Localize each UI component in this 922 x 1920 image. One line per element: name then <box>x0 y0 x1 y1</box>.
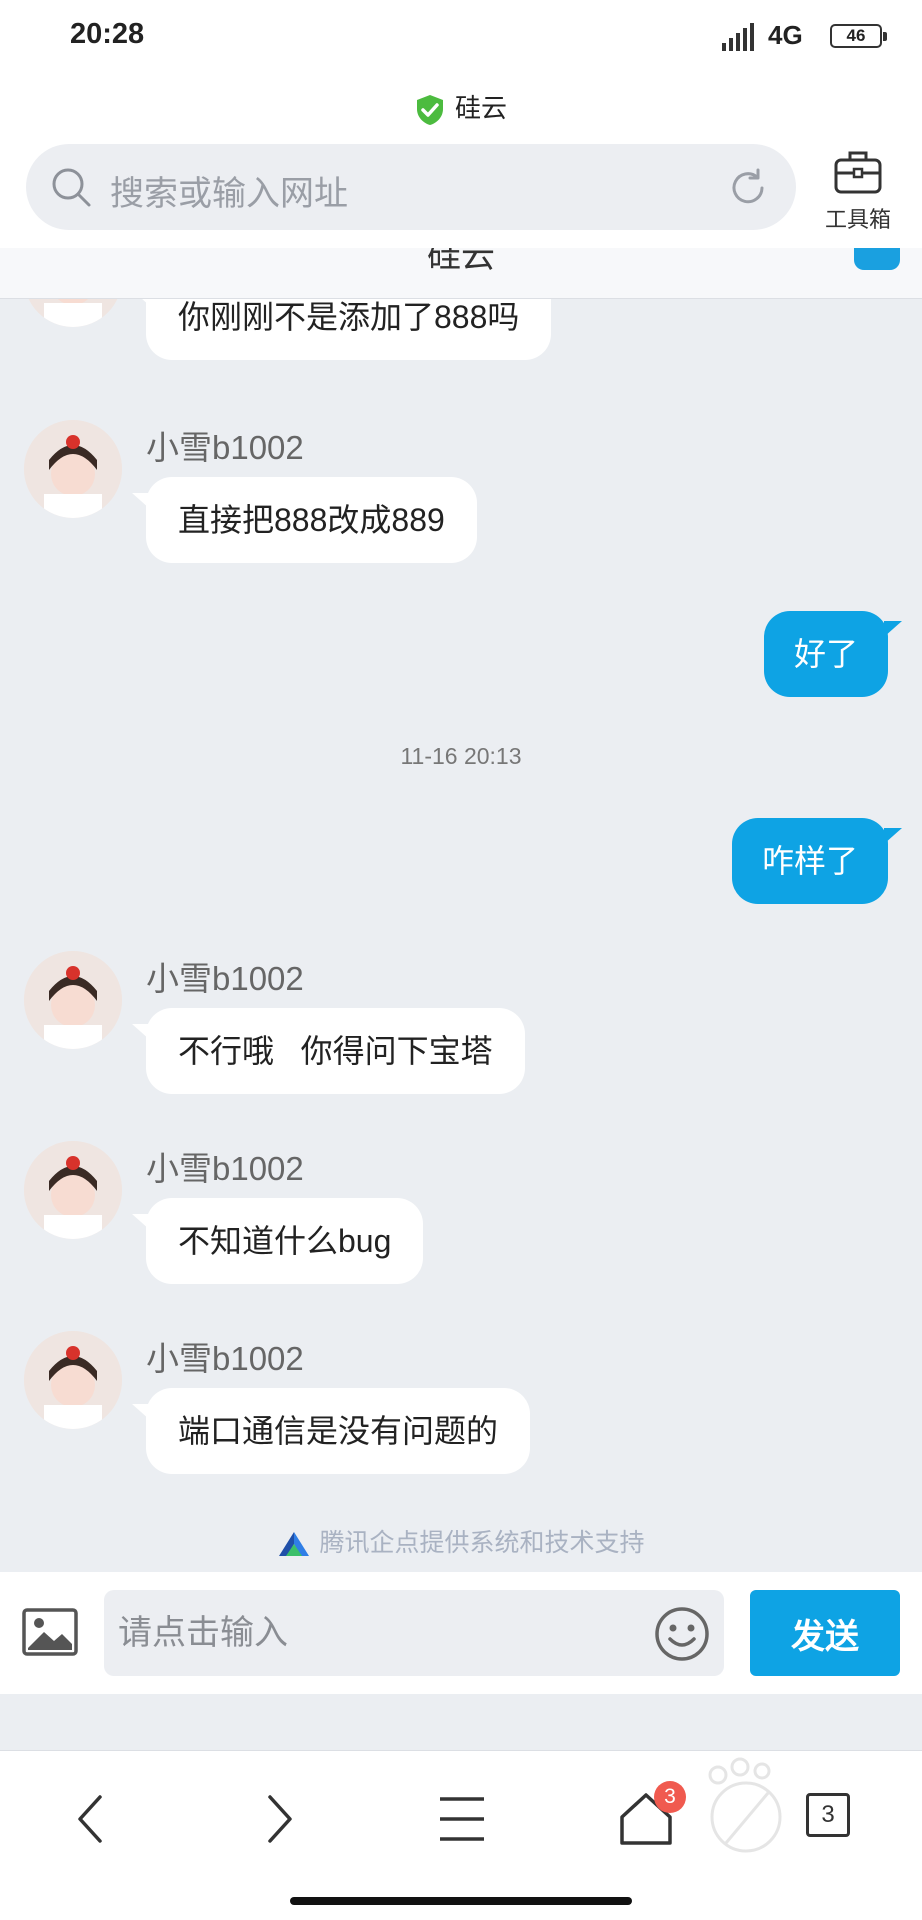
outgoing-message[interactable]: 咋样了 <box>731 818 903 904</box>
image-icon[interactable] <box>22 1608 78 1656</box>
toolbox-label: 工具箱 <box>824 207 891 232</box>
network-type: 4G <box>768 20 803 50</box>
back-icon <box>78 1795 102 1843</box>
message-timestamp: 11-16 20:13 <box>400 743 522 769</box>
sender-name: 小雪b1002 <box>146 429 304 466</box>
browser-toolbar: 硅云 搜索或输入网址 工具箱 <box>0 72 922 248</box>
shield-check-icon <box>416 95 443 126</box>
agent-icon[interactable] <box>854 248 900 270</box>
outgoing-message[interactable]: 好了 <box>763 611 903 697</box>
page-bottom-area <box>0 1694 922 1751</box>
sender-name: 小雪b1002 <box>146 1150 304 1187</box>
avatar[interactable] <box>24 420 122 518</box>
chat-header: 硅云 <box>0 248 922 299</box>
home-notification-badge: 3 <box>654 1781 686 1813</box>
send-button[interactable]: 发送 <box>750 1590 900 1676</box>
incoming-message[interactable]: 不行哦 你得问下宝塔 <box>132 1008 525 1094</box>
emoji-icon[interactable] <box>654 1606 710 1662</box>
address-bar[interactable]: 搜索或输入网址 <box>26 144 796 230</box>
toolbox-button[interactable]: 工具箱 <box>814 146 902 234</box>
back-button[interactable] <box>62 1789 122 1849</box>
tabs-button[interactable]: 3 <box>806 1793 850 1837</box>
signal-icon <box>722 23 754 51</box>
sender-name: 小雪b1002 <box>146 1340 304 1377</box>
toolbox-icon <box>834 151 882 194</box>
chat-message-list[interactable]: 你刚刚不是添加了888吗 小雪b1002 直接把888改成889 好了 11-1… <box>0 299 922 1572</box>
menu-button[interactable] <box>432 1789 492 1849</box>
site-title: 硅云 <box>0 88 922 126</box>
gesture-home-indicator[interactable] <box>290 1897 632 1905</box>
search-icon <box>52 168 91 207</box>
incoming-message[interactable]: 不知道什么bug <box>131 1198 424 1284</box>
incoming-message[interactable]: 你刚刚不是添加了888吗 <box>131 299 552 360</box>
avatar[interactable] <box>24 951 122 1049</box>
powered-by-footer: 腾讯企点提供系统和技术支持 <box>0 1523 922 1559</box>
address-placeholder: 搜索或输入网址 <box>110 175 348 213</box>
battery-indicator: 46 <box>830 24 887 48</box>
mascot-paw-icon <box>708 1757 782 1853</box>
avatar[interactable] <box>24 299 122 327</box>
message-input-bar: 发送 <box>0 1572 922 1694</box>
avatar[interactable] <box>24 1331 122 1429</box>
menu-icon <box>440 1797 484 1841</box>
avatar[interactable] <box>24 1141 122 1239</box>
message-input[interactable] <box>104 1590 724 1676</box>
incoming-message[interactable]: 端口通信是没有问题的 <box>131 1388 531 1474</box>
status-bar: 20:28 4G 46 <box>0 0 922 72</box>
incoming-message[interactable]: 直接把888改成889 <box>132 477 477 563</box>
sender-name: 小雪b1002 <box>146 960 304 997</box>
browser-bottom-nav: 3 3 <box>0 1751 922 1920</box>
site-title-text: 硅云 <box>454 93 507 123</box>
tencent-qidian-logo-icon <box>279 1532 310 1557</box>
reload-icon[interactable] <box>726 166 770 210</box>
forward-icon <box>268 1795 292 1843</box>
powered-by-text: 腾讯企点提供系统和技术支持 <box>319 1529 645 1557</box>
chat-title: 硅云 <box>427 248 495 275</box>
forward-button[interactable] <box>248 1789 308 1849</box>
clock: 20:28 <box>70 18 145 50</box>
